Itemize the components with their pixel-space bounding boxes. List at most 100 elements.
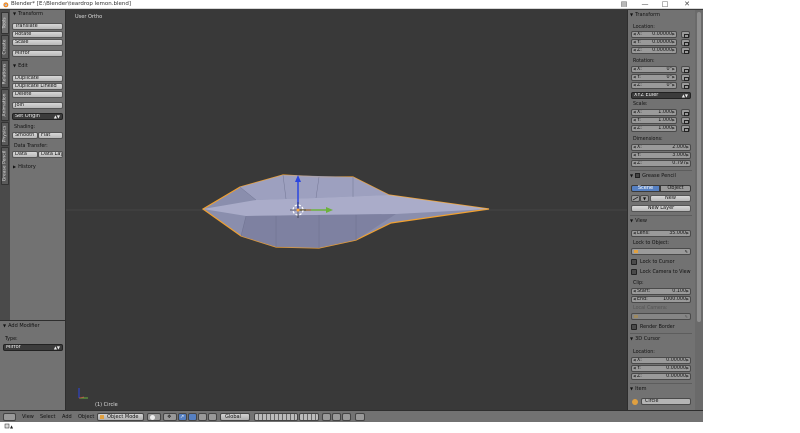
proportional-edit-button[interactable] [322, 413, 331, 421]
tab-tools[interactable]: Tools [1, 12, 9, 34]
object-menu[interactable]: Object [78, 411, 94, 423]
add-menu[interactable]: Add [62, 411, 72, 423]
lock-rotation-z-icon[interactable] [681, 82, 690, 89]
lock-location-x-icon[interactable] [681, 31, 690, 38]
scrollbar-thumb[interactable] [697, 12, 701, 322]
view-panel-header[interactable]: ▼ View [630, 217, 647, 225]
location-y-field[interactable]: ◀ Y: 0.00000 ▶ [631, 39, 677, 46]
data-button[interactable]: Data [12, 151, 38, 158]
props-transform-header[interactable]: ▼ Transform [630, 11, 660, 19]
transform-panel-header[interactable]: ▼ Transform [13, 10, 43, 18]
tab-relations[interactable]: Relations [1, 60, 9, 88]
rotation-y-field[interactable]: ◀ Y: 0° ▶ [631, 74, 677, 81]
layers-grid-1[interactable] [254, 413, 298, 421]
tab-grease-pencil[interactable]: Grease Pencil [1, 147, 9, 185]
dimensions-x-field[interactable]: ◀ X: 2.000 ▶ [631, 144, 691, 151]
history-panel-header[interactable]: ▶ History [13, 163, 36, 171]
rotate-manipulator-button[interactable] [198, 413, 207, 421]
tab-animation[interactable]: Animation [1, 89, 9, 121]
separator [630, 383, 692, 384]
rotate-button[interactable]: Rotate [12, 31, 63, 38]
lock-scale-y-icon[interactable] [681, 117, 690, 124]
maximize-button[interactable]: □ [658, 0, 672, 9]
tab-create-label: Create [2, 39, 8, 55]
3d-cursor-header[interactable]: ▼ 3D Cursor [630, 335, 660, 343]
lock-camera-checkbox[interactable] [631, 269, 637, 275]
cursor-y-field[interactable]: ◀ Y: 0.00000 ▶ [631, 365, 691, 372]
lens-field[interactable]: ◀ Lens: 35.000 ▶ [631, 230, 691, 237]
object-name-field[interactable]: Circle [641, 398, 691, 405]
rotation-mode-dropdown[interactable]: XYZ Euler ▲▼ [631, 92, 691, 99]
lock-to-object-field[interactable]: ✎ [631, 248, 691, 255]
snap-toggle[interactable] [332, 413, 341, 421]
translate-button[interactable]: Translate [12, 23, 63, 30]
scale-z-field[interactable]: ◀ Z: 1.000 ▶ [631, 125, 677, 132]
scale-label: Scale: [633, 102, 648, 107]
new-pencil-button[interactable]: New [650, 195, 691, 202]
new-layer-button[interactable]: New Layer [631, 205, 691, 212]
add-modifier-header[interactable]: ▼ Add Modifier [3, 322, 40, 330]
flat-button[interactable]: Flat [38, 132, 63, 139]
properties-scrollbar[interactable] [695, 10, 703, 410]
duplicate-linked-button[interactable]: Duplicate Linked [12, 83, 63, 90]
rotation-x-field[interactable]: ◀ X: 0° ▶ [631, 66, 677, 73]
mode-dropdown[interactable]: Object Mode [97, 413, 144, 421]
item-panel-header[interactable]: ▼ Item [630, 385, 646, 393]
scale-button[interactable]: Scale [12, 39, 63, 46]
join-button[interactable]: Join [12, 102, 63, 109]
grease-scene-button[interactable]: Scene [631, 185, 660, 192]
grease-pencil-header[interactable]: ▼ Grease Pencil [630, 172, 676, 180]
pivot-point-button[interactable]: ❖ [163, 413, 177, 421]
cursor-z-field[interactable]: ◀ Z: 0.00000 ▶ [631, 373, 691, 380]
tab-physics[interactable]: Physics [1, 122, 9, 146]
close-button[interactable]: ✕ [680, 0, 694, 9]
tab-create[interactable]: Create [1, 35, 9, 59]
data-layout-button[interactable]: Data Layo [38, 151, 63, 158]
rotation-z-field[interactable]: ◀ Z: 0° ▶ [631, 82, 677, 89]
lock-rotation-x-icon[interactable] [681, 66, 690, 73]
duplicate-button[interactable]: Duplicate [12, 75, 63, 82]
snap-element-button[interactable] [342, 413, 351, 421]
edit-panel-header[interactable]: ▼ Edit [13, 62, 28, 70]
delete-button[interactable]: Delete [12, 91, 63, 98]
lock-scale-z-icon[interactable] [681, 125, 690, 132]
scale-y-field[interactable]: ◀ Y: 1.000 ▶ [631, 117, 677, 124]
render-border-checkbox[interactable] [631, 324, 637, 330]
scale-y-axis: Y: [637, 118, 641, 123]
tab-grease-pencil-label: Grease Pencil [2, 150, 8, 182]
location-x-field[interactable]: ◀ X: 0.00000 ▶ [631, 31, 677, 38]
orientation-dropdown[interactable]: Global [220, 413, 250, 421]
location-z-field[interactable]: ◀ Z: 0.00000 ▶ [631, 47, 677, 54]
dimensions-y-field[interactable]: ◀ Y: 3.000 ▶ [631, 152, 691, 159]
layers-grid-2[interactable] [299, 413, 319, 421]
dropdown-arrow-icon[interactable]: ▼ [640, 195, 649, 202]
lock-location-z-icon[interactable] [681, 47, 690, 54]
viewport-shading-button[interactable] [147, 413, 161, 421]
lock-to-cursor-checkbox[interactable] [631, 259, 637, 265]
select-menu[interactable]: Select [40, 411, 55, 423]
clip-start-field[interactable]: ◀ Start: 0.100 ▶ [631, 288, 691, 295]
mirror-button[interactable]: Mirror [12, 50, 63, 57]
editor-type-button[interactable]: ▲ [3, 413, 16, 429]
manipulator-toggle[interactable]: ↗ [178, 413, 187, 421]
pencil-icon[interactable] [631, 195, 640, 202]
dimensions-z-field[interactable]: ◀ Z: 0.797 ▶ [631, 160, 691, 167]
grease-pencil-checkbox[interactable] [635, 173, 641, 178]
lock-scale-x-icon[interactable] [681, 109, 690, 116]
scale-manipulator-button[interactable] [208, 413, 217, 421]
scale-x-field[interactable]: ◀ X: 1.000 ▶ [631, 109, 677, 116]
translate-manipulator-button[interactable] [188, 413, 197, 421]
smooth-button[interactable]: Smooth [12, 132, 38, 139]
grease-object-button[interactable]: Object [660, 185, 691, 192]
clip-end-field[interactable]: ◀ End: 1000.000 ▶ [631, 296, 691, 303]
view-menu[interactable]: View [22, 411, 34, 423]
modifier-type-dropdown[interactable]: Mirror ▲▼ [3, 344, 63, 351]
lock-rotation-y-icon[interactable] [681, 74, 690, 81]
rotation-y-value: 0° [666, 75, 672, 80]
3d-viewport[interactable]: User Ortho (1) Circle [66, 10, 627, 410]
cursor-x-field[interactable]: ◀ X: 0.00000 ▶ [631, 357, 691, 364]
render-preview-button[interactable] [355, 413, 365, 421]
set-origin-dropdown[interactable]: Set Origin ▲▼ [12, 113, 63, 120]
lock-location-y-icon[interactable] [681, 39, 690, 46]
minimize-button[interactable]: — [638, 0, 652, 9]
